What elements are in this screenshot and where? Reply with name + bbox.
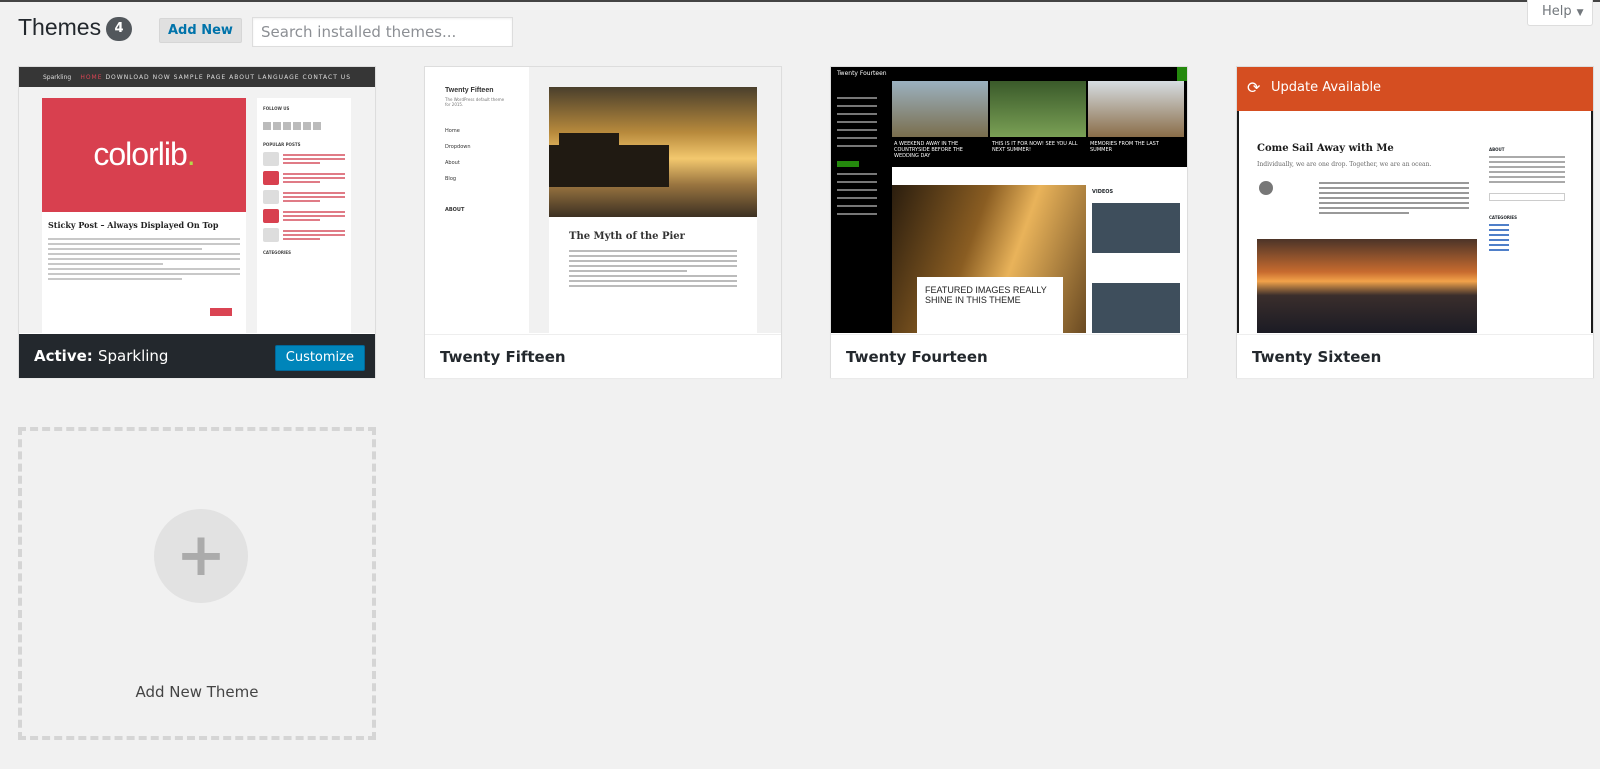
popular-post: [263, 209, 345, 223]
customize-button[interactable]: Customize: [274, 345, 365, 371]
theme-screenshot[interactable]: Sparkling HOME DOWNLOAD NOW SAMPLE PAGE …: [19, 67, 375, 333]
video-thumbnail: [1092, 283, 1180, 333]
preview-post-title: Sticky Post – Always Displayed On Top: [48, 220, 219, 230]
avatar: [1259, 181, 1273, 195]
preview-nav-item: DOWNLOAD NOW: [105, 74, 171, 81]
preview-post-title: Come Sail Away with Me: [1257, 143, 1394, 154]
preview-main-column: colorlib. Sticky Post – Always Displayed…: [42, 98, 246, 333]
plus-icon: +: [154, 509, 248, 603]
preview-nav-item: LANGUAGE: [257, 74, 300, 81]
preview-featured: FEATURED IMAGES REALLY SHINE IN THIS THE…: [892, 167, 1187, 333]
theme-name-bar: Twenty Sixteen: [1237, 334, 1593, 378]
theme-screenshot[interactable]: Twenty Fifteen The WordPress default the…: [425, 67, 781, 333]
theme-name: Sparkling: [98, 347, 169, 365]
preview-search-box: [1489, 193, 1565, 201]
preview-nav-item: HOME: [80, 74, 103, 81]
preview-header: Twenty Fourteen: [831, 67, 1187, 81]
preview-nav-links: HOME DOWNLOAD NOW SAMPLE PAGE ABOUT LANG…: [80, 74, 351, 81]
preview-text-lines: [42, 233, 246, 285]
chevron-down-icon: ▼: [1576, 8, 1584, 18]
preview-about-label: ABOUT: [1489, 147, 1505, 152]
preview-menu-item: About: [445, 160, 460, 166]
theme-name: Twenty Fourteen: [846, 348, 988, 366]
theme-card-twenty-fifteen[interactable]: Twenty Fifteen The WordPress default the…: [424, 66, 782, 378]
popular-post: [263, 171, 345, 185]
theme-name-bar: Twenty Fourteen: [831, 334, 1187, 378]
sidebar-categories-label: CATEGORIES: [263, 250, 292, 255]
grid-caption: A WEEKEND AWAY IN THE COUNTRYSIDE BEFORE…: [894, 141, 963, 159]
sidebar-popular-label: POPULAR POSTS: [263, 142, 301, 147]
update-available-banner[interactable]: ⟳ Update Available: [1237, 67, 1593, 111]
sidebar-follow-label: FOLLOW US: [263, 106, 290, 111]
videos-label: VIDEOS: [1092, 189, 1114, 195]
active-prefix: Active:: [34, 347, 93, 365]
popular-post: [263, 190, 345, 204]
preview-left-sidebar: [831, 81, 892, 333]
social-icons: [263, 115, 345, 134]
preview-sidebar: Twenty Fifteen The WordPress default the…: [425, 67, 529, 333]
preview-nav-item: ABOUT: [229, 74, 256, 81]
theme-card-twenty-sixteen[interactable]: Come Sail Away with Me Individually, we …: [1236, 66, 1594, 378]
pier-photo: [549, 87, 757, 217]
preview-site-title: Twenty Fifteen: [445, 87, 494, 94]
search-icon: [1177, 67, 1187, 81]
update-label: Update Available: [1271, 80, 1382, 95]
hero-text: colorlib: [93, 136, 187, 172]
preview-post-subtitle: Individually, we are one drop. Together,…: [1257, 161, 1432, 168]
theme-card-sparkling[interactable]: Sparkling HOME DOWNLOAD NOW SAMPLE PAGE …: [18, 66, 376, 378]
preview-grid: A WEEKEND AWAY IN THE COUNTRYSIDE BEFORE…: [892, 81, 1187, 167]
preview-categories-label: CATEGORIES: [1489, 215, 1518, 220]
preview-videos: VIDEOS: [1088, 189, 1184, 333]
page-title: Themes: [18, 14, 102, 40]
help-label: Help: [1542, 4, 1572, 19]
preview-post-title: The Myth of the Pier: [569, 231, 685, 242]
preview-main: The Myth of the Pier: [529, 67, 781, 333]
preview-article: The Myth of the Pier: [549, 217, 757, 333]
preview-sidebar: ABOUT CATEGORIES: [1489, 147, 1565, 254]
preview-follow-button: [837, 161, 859, 167]
grid-caption: MEMORIES FROM THE LAST SUMMER: [1090, 141, 1159, 153]
colorlib-logo: colorlib.: [42, 98, 246, 212]
theme-count-badge: 4: [106, 17, 132, 41]
featured-title: FEATURED IMAGES REALLY SHINE IN THIS THE…: [917, 277, 1063, 333]
theme-screenshot[interactable]: Twenty Fourteen A WEEKEND AWAY IN THE CO…: [831, 67, 1187, 333]
theme-card-twenty-fourteen[interactable]: Twenty Fourteen A WEEKEND AWAY IN THE CO…: [830, 66, 1188, 378]
search-themes-input[interactable]: [252, 17, 513, 47]
popular-post: [263, 228, 345, 242]
video-thumbnail: [1092, 203, 1180, 253]
sunset-photo: [1257, 239, 1477, 333]
theme-name: Twenty Sixteen: [1252, 348, 1382, 366]
theme-name-bar: Active: Sparkling Customize: [19, 334, 375, 378]
sync-icon: ⟳: [1247, 78, 1261, 97]
preview-nav-item: CONTACT US: [302, 74, 351, 81]
grid-caption: THIS IS IT FOR NOW! SEE YOU ALL NEXT SUM…: [992, 141, 1078, 153]
preview-menu-item: Home: [445, 128, 460, 134]
popular-post: [263, 152, 345, 166]
preview-site-title: Sparkling: [43, 74, 72, 81]
admin-bar-edge: [0, 0, 1600, 2]
theme-screenshot[interactable]: Come Sail Away with Me Individually, we …: [1237, 67, 1593, 333]
preview-about-label: ABOUT: [445, 207, 465, 213]
preview-site-title: Twenty Fourteen: [837, 70, 887, 77]
preview-read-more: [210, 308, 232, 316]
preview-nav: Sparkling HOME DOWNLOAD NOW SAMPLE PAGE …: [19, 67, 375, 87]
theme-name: Twenty Fifteen: [440, 348, 566, 366]
preview-menu: Home Dropdown About Blog: [445, 123, 509, 187]
preview-text-lines: [1319, 179, 1469, 217]
add-new-theme-card[interactable]: + Add New Theme: [18, 427, 376, 740]
preview-nav-item: SAMPLE PAGE: [173, 74, 227, 81]
preview-tagline: The WordPress default theme for 2015.: [445, 97, 505, 107]
help-tab[interactable]: Help ▼: [1527, 0, 1593, 26]
add-new-button[interactable]: Add New: [159, 18, 242, 43]
preview-sidebar: FOLLOW US POPULAR POSTS CATEGORIES: [257, 98, 351, 333]
grid-photo: [990, 81, 1086, 137]
grid-photo: [892, 81, 988, 137]
preview-menu-item: Blog: [445, 176, 457, 182]
add-new-theme-label: Add New Theme: [135, 683, 259, 701]
theme-name-bar: Twenty Fifteen: [425, 334, 781, 378]
preview-menu-item: Dropdown: [445, 144, 471, 150]
grid-photo: [1088, 81, 1184, 137]
